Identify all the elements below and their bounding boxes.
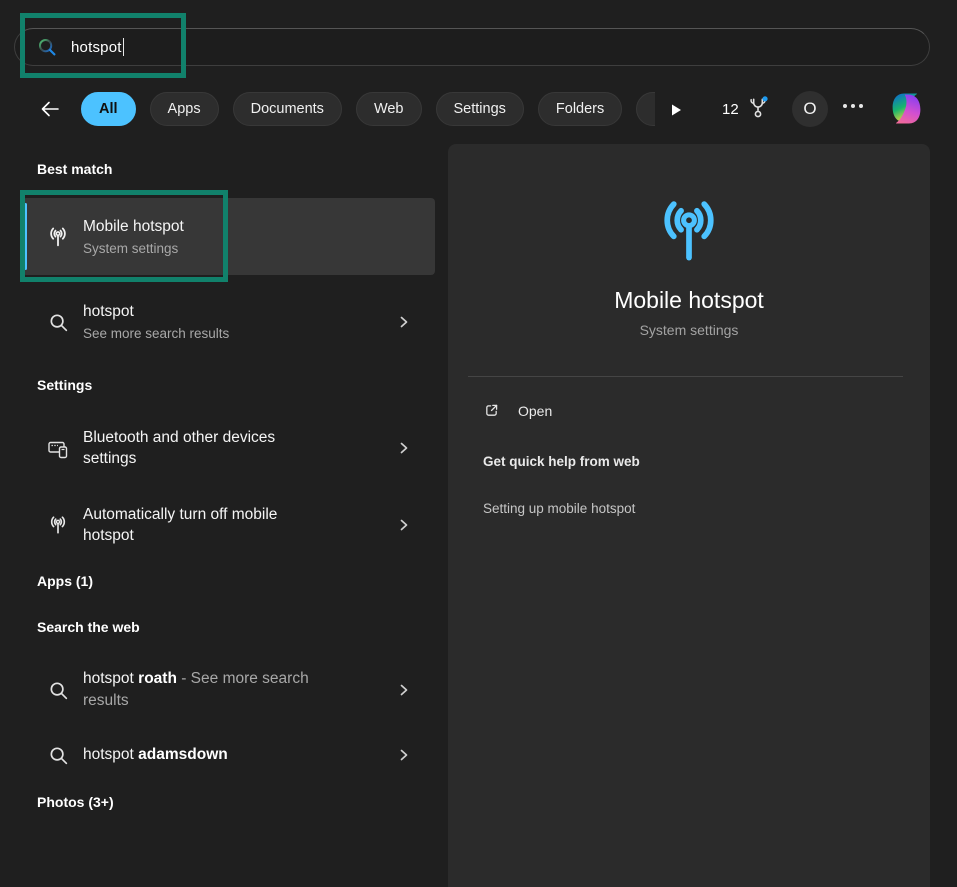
section-header-search-the-web: Search the web — [37, 619, 140, 635]
section-header-settings: Settings — [37, 377, 92, 393]
windows-search-flyout: { "colors": { "annotation_green": "#1181… — [0, 0, 957, 887]
chevron-right-icon — [397, 748, 411, 762]
result-title: Automatically turn off mobile hotspot — [83, 504, 318, 546]
rewards-points: 12 — [722, 101, 739, 118]
result-title: hotspot — [83, 301, 229, 322]
web-query-bold: roath — [138, 670, 177, 687]
tab-web[interactable]: Web — [356, 92, 422, 126]
tab-settings[interactable]: Settings — [436, 92, 524, 126]
search-result-icon — [48, 312, 68, 332]
web-query-prefix: hotspot — [83, 670, 138, 687]
tab-apps[interactable]: Apps — [150, 92, 219, 126]
chevron-right-icon — [397, 441, 411, 455]
result-title: Bluetooth and other devices settings — [83, 427, 318, 469]
mobile-hotspot-icon — [47, 514, 69, 536]
play-icon — [668, 102, 684, 118]
open-action-label: Open — [518, 403, 552, 419]
tab-folders[interactable]: Folders — [538, 92, 622, 126]
section-header-photos: Photos (3+) — [37, 794, 114, 810]
back-button[interactable] — [38, 97, 62, 121]
tab-all[interactable]: All — [81, 92, 136, 126]
filter-tabs: All Apps Documents Web Settings Folders … — [81, 90, 655, 128]
result-bluetooth-settings[interactable]: Bluetooth and other devices settings — [22, 408, 435, 488]
result-subtitle: See more search results — [83, 324, 229, 343]
search-icon — [37, 37, 57, 57]
mobile-hotspot-icon-large — [651, 193, 727, 269]
section-header-apps: Apps (1) — [37, 573, 93, 589]
divider — [468, 376, 903, 377]
tab-documents[interactable]: Documents — [233, 92, 342, 126]
open-action[interactable]: Open — [483, 402, 552, 419]
user-avatar[interactable]: O — [792, 91, 828, 127]
mobile-hotspot-icon — [46, 225, 70, 249]
result-best-match-mobile-hotspot[interactable]: Mobile hotspot System settings — [22, 198, 435, 275]
tab-photos[interactable]: Photos — [636, 92, 655, 126]
chevron-right-icon — [397, 683, 411, 697]
search-input[interactable]: hotspot — [14, 28, 930, 66]
help-section-header: Get quick help from web — [483, 454, 640, 469]
chevron-right-icon — [397, 518, 411, 532]
search-result-icon — [48, 680, 68, 700]
copilot-icon[interactable] — [888, 90, 925, 127]
selection-indicator — [24, 203, 27, 270]
chevron-right-icon — [397, 315, 411, 329]
avatar-initial: O — [803, 99, 816, 119]
more-options-button[interactable] — [843, 104, 863, 108]
rewards-trophy-icon — [746, 96, 770, 122]
open-external-icon — [483, 402, 500, 419]
preview-title: Mobile hotspot — [448, 287, 930, 314]
result-auto-turn-off-hotspot[interactable]: Automatically turn off mobile hotspot — [22, 488, 435, 562]
web-query-prefix: hotspot — [83, 746, 138, 763]
result-see-more-hotspot[interactable]: hotspot See more search results — [22, 290, 435, 354]
help-link-setting-up-hotspot[interactable]: Setting up mobile hotspot — [483, 501, 635, 516]
preview-panel: Mobile hotspot System settings Open Get … — [448, 144, 930, 887]
filter-bar: All Apps Documents Web Settings Folders … — [0, 90, 957, 128]
result-web-hotspot-roath[interactable]: hotspot roath - See more search results — [22, 653, 435, 727]
more-options-icon — [843, 104, 847, 108]
result-web-hotspot-adamsdown[interactable]: hotspot adamsdown — [22, 733, 435, 777]
rewards-button[interactable]: 12 — [722, 96, 770, 122]
text-caret — [123, 38, 124, 56]
result-subtitle: System settings — [83, 239, 184, 258]
search-result-icon — [48, 745, 68, 765]
devices-icon — [46, 436, 70, 460]
search-query-text[interactable]: hotspot — [71, 39, 122, 56]
section-header-best-match: Best match — [37, 161, 112, 177]
preview-subtitle: System settings — [448, 322, 930, 338]
back-arrow-icon — [39, 98, 61, 120]
result-title: Mobile hotspot — [83, 216, 184, 237]
scroll-tabs-right-button[interactable] — [665, 99, 687, 121]
web-query-bold: adamsdown — [138, 746, 228, 763]
